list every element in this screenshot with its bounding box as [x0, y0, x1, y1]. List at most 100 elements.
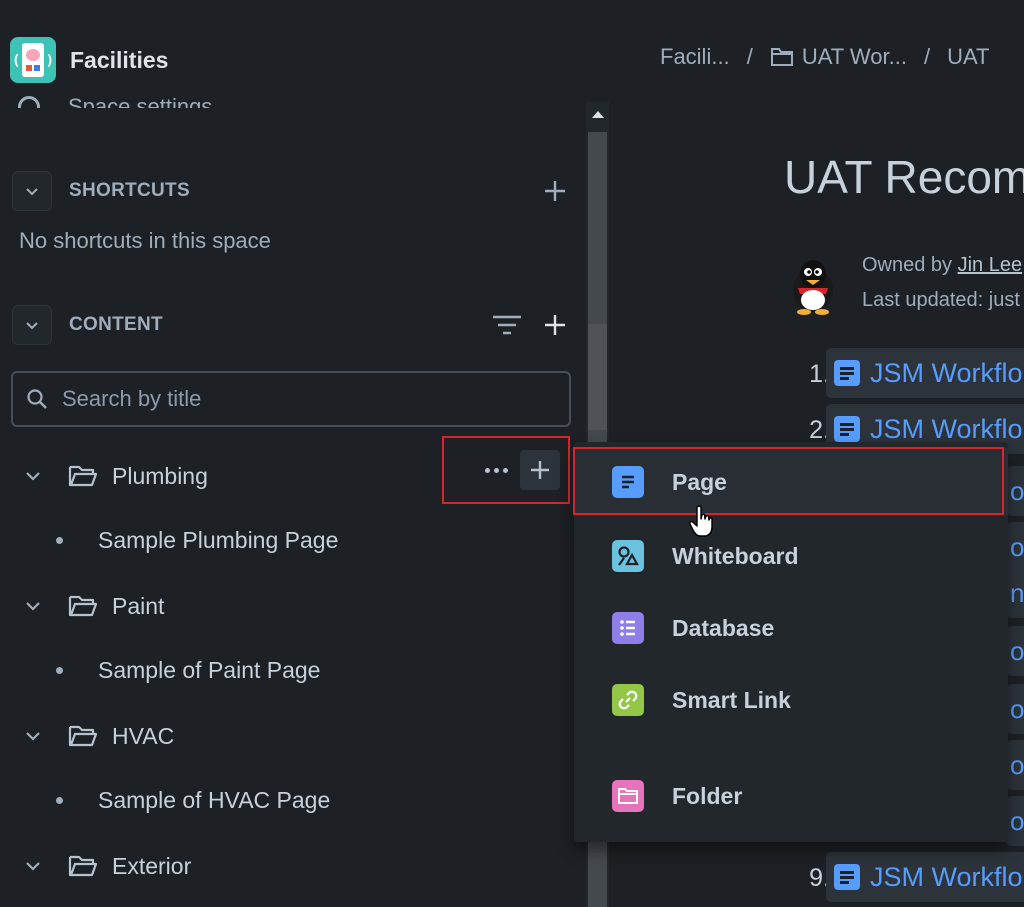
tree-chevron[interactable] — [20, 723, 46, 749]
plus-icon — [545, 315, 565, 335]
tree-page-item[interactable]: Sample of Paint Page — [56, 650, 320, 690]
content-collapse-button[interactable] — [12, 305, 52, 345]
list-number: 2. — [809, 416, 830, 444]
breadcrumb-separator: / — [923, 44, 931, 69]
filter-icon — [493, 315, 521, 335]
gear-icon — [18, 96, 40, 108]
search-box — [11, 371, 571, 427]
sidebar: ( ) Facilities Space settings SHORTCUTS … — [0, 0, 610, 907]
menu-item-label: Smart Link — [672, 686, 791, 713]
page-link-stub[interactable]: o — [1006, 740, 1024, 790]
tree-item-hvac[interactable]: HVAC — [20, 714, 174, 758]
page-link-stub[interactable]: ne — [1006, 568, 1024, 618]
chevron-down-icon — [26, 472, 40, 481]
folder-open-icon — [68, 595, 98, 617]
tree-page-item[interactable]: Sample Plumbing Page — [56, 520, 338, 560]
bullet-icon — [56, 536, 63, 544]
space-name: Facilities — [70, 46, 169, 73]
plus-icon — [545, 181, 565, 201]
tree-item-plumbing[interactable]: Plumbing — [20, 454, 208, 498]
menu-item-label: Whiteboard — [672, 542, 799, 569]
page-icon — [834, 360, 860, 386]
create-child-button[interactable] — [520, 450, 560, 490]
row-actions-highlight — [442, 436, 570, 504]
menu-item-label: Page — [672, 468, 727, 495]
tree-item-paint[interactable]: Paint — [20, 584, 164, 628]
tree-page-item[interactable]: Sample of HVAC Page — [56, 780, 330, 820]
bullet-icon — [56, 796, 63, 804]
content-title: CONTENT — [69, 314, 163, 335]
tree-label: HVAC — [112, 722, 175, 749]
create-menu: Page Whiteboard Database Smart Link Fold… — [574, 442, 1008, 842]
no-shortcuts-text: No shortcuts in this space — [19, 228, 271, 253]
page-link-stub[interactable]: o — [1006, 522, 1024, 572]
shortcuts-title: SHORTCUTS — [69, 180, 190, 201]
menu-item-database[interactable]: Database — [574, 594, 1008, 662]
tree-label: Exterior — [112, 852, 192, 879]
page-icon — [834, 416, 860, 442]
last-updated: Last updated: just — [862, 289, 1020, 311]
filter-button[interactable] — [490, 308, 524, 342]
hand-cursor-icon — [689, 505, 713, 537]
breadcrumb-item[interactable]: UAT — [947, 44, 989, 70]
tree-item-exterior[interactable]: Exterior — [20, 844, 191, 888]
more-actions-button[interactable] — [478, 452, 514, 488]
scroll-up-arrow-icon[interactable] — [586, 102, 609, 126]
menu-item-folder[interactable]: Folder — [574, 762, 1008, 830]
owner-prefix: Owned by — [862, 254, 958, 276]
page-link-chip[interactable]: JSM Workflo — [826, 852, 1024, 902]
space-settings-label: Space settings — [68, 94, 213, 108]
page-label: Sample Plumbing Page — [98, 526, 339, 553]
breadcrumb-item[interactable]: Facili... — [660, 44, 730, 70]
menu-item-label: Folder — [672, 782, 743, 809]
chevron-down-icon — [26, 322, 38, 330]
page-link-stub[interactable]: o — [1006, 466, 1024, 516]
list-number: 1. — [809, 360, 830, 388]
page-link-text: JSM Workflo — [870, 357, 1023, 388]
page-link-text: JSM Workflo — [870, 861, 1023, 892]
plus-icon — [531, 461, 549, 479]
owner-link[interactable]: Jin Lee — [958, 254, 1023, 276]
chevron-down-icon — [26, 188, 38, 196]
tree-chevron[interactable] — [20, 853, 46, 879]
breadcrumb-item[interactable]: UAT Wor... — [802, 44, 907, 70]
menu-item-page[interactable]: Page — [574, 448, 1008, 516]
page-link-stub[interactable]: o — [1006, 626, 1024, 676]
tree-label: Plumbing — [112, 462, 208, 489]
page-link-text: JSM Workflo — [870, 413, 1023, 444]
menu-item-label: Database — [672, 614, 775, 641]
add-shortcut-button[interactable] — [538, 174, 572, 208]
menu-item-whiteboard[interactable]: Whiteboard — [574, 522, 1008, 590]
search-icon — [27, 389, 47, 409]
folder-icon — [770, 48, 793, 66]
add-content-button[interactable] — [538, 308, 572, 342]
tree-chevron[interactable] — [20, 463, 46, 489]
folder-icon — [612, 780, 644, 812]
scroll-thumb-highlight — [588, 324, 607, 430]
tree-chevron[interactable] — [20, 593, 46, 619]
page-icon — [612, 466, 644, 498]
folder-open-icon — [68, 465, 98, 487]
page-link-chip[interactable]: JSM Workflo — [826, 348, 1024, 398]
smart-link-icon — [612, 684, 644, 716]
breadcrumb-separator: / — [746, 44, 753, 69]
folder-open-icon — [68, 855, 98, 877]
space-logo: ( ) — [10, 37, 56, 83]
avatar[interactable] — [788, 254, 838, 316]
menu-item-smart-link[interactable]: Smart Link — [574, 666, 1008, 734]
page-label: Sample of HVAC Page — [98, 786, 331, 813]
chevron-down-icon — [26, 602, 40, 611]
content-header: CONTENT — [12, 304, 572, 346]
shortcuts-header: SHORTCUTS — [12, 170, 572, 212]
search-input[interactable] — [62, 386, 522, 412]
chevron-down-icon — [26, 862, 40, 871]
owner-line: Owned by Jin Lee — [862, 254, 1022, 277]
space-header[interactable]: ( ) Facilities — [10, 36, 168, 84]
shortcuts-collapse-button[interactable] — [12, 171, 52, 211]
page-link-stub[interactable]: o — [1006, 796, 1024, 846]
list-number: 9. — [809, 864, 830, 892]
page-link-stub[interactable]: o — [1006, 684, 1024, 734]
bullet-icon — [56, 666, 63, 674]
space-settings-item[interactable]: Space settings — [18, 78, 318, 108]
whiteboard-icon — [612, 540, 644, 572]
